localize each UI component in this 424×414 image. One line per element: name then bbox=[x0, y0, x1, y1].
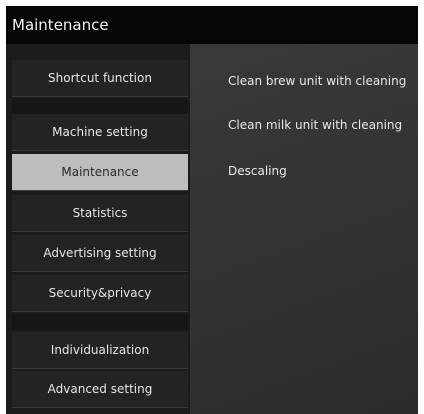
sidebar-menu: Shortcut function Machine setting Mainte… bbox=[6, 44, 190, 414]
title-bar: Maintenance bbox=[6, 6, 418, 44]
sidebar-item-advertising-setting[interactable]: Advertising setting bbox=[12, 235, 188, 272]
sidebar-item-label: Individualization bbox=[50, 343, 150, 357]
maintenance-panel: Clean brew unit with cleaning Clean milk… bbox=[190, 44, 418, 414]
sidebar-item-label: Machine setting bbox=[52, 125, 148, 139]
sidebar-item-label: Security&privacy bbox=[48, 286, 152, 300]
sidebar-item-maintenance[interactable]: Maintenance bbox=[12, 154, 188, 191]
sidebar-item-machine-setting[interactable]: Machine setting bbox=[12, 114, 188, 151]
app-window: Maintenance Shortcut function Machine se… bbox=[0, 0, 424, 414]
clean-milk-unit-option[interactable]: Clean milk unit with cleaning bbox=[228, 118, 402, 132]
page-title: Maintenance bbox=[12, 16, 109, 34]
sidebar-item-shortcut-function[interactable]: Shortcut function bbox=[12, 60, 188, 97]
option-label: Descaling bbox=[228, 164, 287, 178]
sidebar-item-label: Shortcut function bbox=[48, 71, 152, 85]
sidebar-item-label: Statistics bbox=[72, 206, 128, 220]
option-label: Clean brew unit with cleaning bbox=[228, 74, 407, 88]
descaling-option[interactable]: Descaling bbox=[228, 164, 287, 178]
main-area: Shortcut function Machine setting Mainte… bbox=[6, 44, 418, 414]
sidebar-group-divider bbox=[12, 314, 188, 330]
sidebar-item-label: Advanced setting bbox=[47, 382, 153, 396]
sidebar-item-label: Advertising setting bbox=[43, 246, 157, 260]
sidebar-group-divider bbox=[12, 98, 188, 114]
option-label: Clean milk unit with cleaning bbox=[228, 118, 403, 132]
sidebar-item-label: Maintenance bbox=[61, 165, 139, 179]
sidebar-item-security-privacy[interactable]: Security&privacy bbox=[12, 275, 188, 312]
sidebar-item-advanced-setting[interactable]: Advanced setting bbox=[12, 371, 188, 408]
sidebar-item-statistics[interactable]: Statistics bbox=[12, 195, 188, 232]
clean-brew-unit-option[interactable]: Clean brew unit with cleaning bbox=[228, 74, 406, 88]
sidebar-item-individualization[interactable]: Individualization bbox=[12, 332, 188, 369]
